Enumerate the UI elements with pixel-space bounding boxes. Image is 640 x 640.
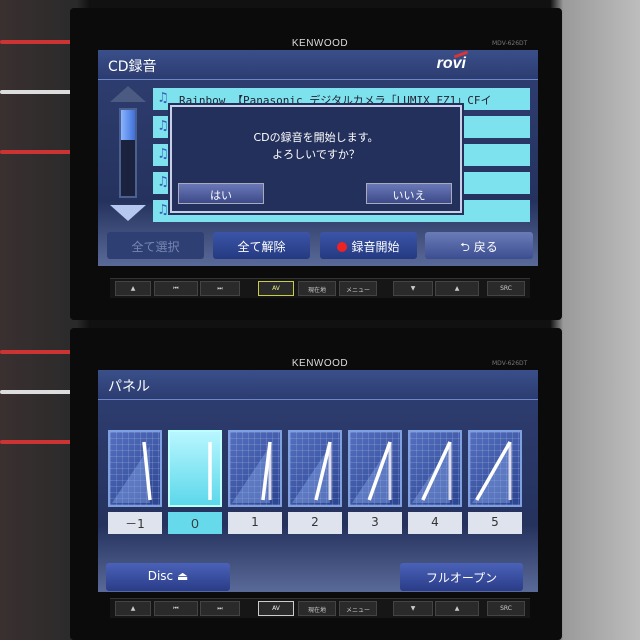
wire [0,440,80,444]
menu-hw-button[interactable]: メニュー [339,601,377,616]
panel-angle-tile[interactable] [288,430,342,507]
panel-angle-label[interactable]: 1 [228,512,282,534]
panel-screen: パネル －1 ０ 1 2 3 4 5 Disc ⏏ フルオープン [98,370,538,592]
panel-angle-label[interactable]: 5 [468,512,522,534]
page-title: CD録音 [108,59,157,75]
select-all-button[interactable]: 全て選択 [107,232,204,259]
panel-angle-tile[interactable] [408,430,462,507]
start-record-label: 録音開始 [351,240,400,254]
panel-angle-icon [412,441,452,503]
no-button[interactable]: いいえ [366,183,452,204]
confirm-dialog: CDの録音を開始します。 よろしいですか？ はい いいえ [170,105,462,213]
panel-angle-icon [232,441,272,503]
scrollbar-thumb[interactable] [121,110,135,141]
panel-angle-label[interactable]: ０ [168,512,222,534]
down-hw-button[interactable]: ▼ [393,281,433,296]
panel-angle-icon [472,441,512,503]
src-hw-button[interactable]: SRC [487,281,525,296]
panel-angle-tile[interactable] [468,430,522,507]
rovi-logo: rovi [436,55,466,72]
panel-angle-icon [292,441,332,503]
model-label: MDV-626DT [492,360,528,367]
photo-bottom: KENWOOD MDV-626DT パネル －1 ０ 1 2 3 4 5 Disc ⏏ フル… [0,320,640,640]
hardware-button-strip: ▲ ⏮ ⏭ AV 現在地 メニュー ▼ ▲ SRC [110,598,530,618]
panel-angle-tile[interactable] [108,430,162,507]
brand-label: KENWOOD [291,358,349,369]
scrollbar[interactable] [119,108,137,198]
start-record-button[interactable]: 録音開始 [320,232,417,259]
title-bar: CD録音 rovi [98,50,538,80]
location-hw-button[interactable]: 現在地 [298,601,336,616]
deselect-all-button[interactable]: 全て解除 [213,232,310,259]
full-open-button[interactable]: フルオープン [400,563,523,591]
cd-record-screen: CD録音 rovi ♫ Rainbow 【Panasonic デジタルカメラ「LU… [98,50,538,266]
scroll-down-arrow-icon[interactable] [110,205,146,221]
panel-angle-label[interactable]: 4 [408,512,462,534]
location-hw-button[interactable]: 現在地 [298,281,336,296]
prev-hw-button[interactable]: ⏮ [154,281,198,296]
panel-angle-tile[interactable] [348,430,402,507]
panel-angle-icon [352,441,392,503]
disc-eject-button[interactable]: Disc ⏏ [106,563,230,591]
wire [0,150,80,154]
brand-label: KENWOOD [291,38,349,49]
panel-angle-label[interactable]: 2 [288,512,342,534]
back-button[interactable]: ⮌ 戻る [425,232,533,259]
next-hw-button[interactable]: ⏭ [200,281,240,296]
down-hw-button[interactable]: ▼ [393,601,433,616]
panel-angle-icon [208,442,212,500]
dialog-message-line1: CDの録音を開始します。 [253,131,379,144]
page-title: パネル [108,379,150,395]
music-note-icon: ♫ [159,118,168,134]
title-bar: パネル [98,370,538,400]
model-label: MDV-626DT [492,40,528,47]
up-hw-button[interactable]: ▲ [435,281,479,296]
panel-angle-tile[interactable] [168,430,222,507]
dialog-message-line2: よろしいですか？ [272,148,360,161]
prev-hw-button[interactable]: ⏮ [154,601,198,616]
scroll-up-arrow-icon[interactable] [110,86,146,102]
panel-angle-icon [112,441,152,503]
back-arrow-icon: ⮌ [460,240,474,254]
av-hw-button[interactable]: AV [258,601,294,616]
music-note-icon: ♫ [159,90,168,106]
music-note-icon: ♫ [159,146,168,162]
eject-hw-button[interactable]: ▲ [115,281,151,296]
wire [0,90,80,94]
up-hw-button[interactable]: ▲ [435,601,479,616]
wire [0,350,80,354]
menu-hw-button[interactable]: メニュー [339,281,377,296]
photo-top: KENWOOD MDV-626DT CD録音 rovi ♫ Rainbow 【Pa… [0,0,640,320]
yes-button[interactable]: はい [178,183,264,204]
panel-angle-tile[interactable] [228,430,282,507]
music-note-icon: ♫ [159,202,168,218]
music-note-icon: ♫ [159,174,168,190]
hardware-button-strip: ▲ ⏮ ⏭ AV 現在地 メニュー ▼ ▲ SRC [110,278,530,298]
eject-hw-button[interactable]: ▲ [115,601,151,616]
av-hw-button[interactable]: AV [258,281,294,296]
src-hw-button[interactable]: SRC [487,601,525,616]
panel-angle-label[interactable]: －1 [108,512,162,534]
panel-angle-label[interactable]: 3 [348,512,402,534]
back-label: 戻る [473,240,498,254]
wire [0,390,80,394]
next-hw-button[interactable]: ⏭ [200,601,240,616]
record-icon [337,242,348,252]
